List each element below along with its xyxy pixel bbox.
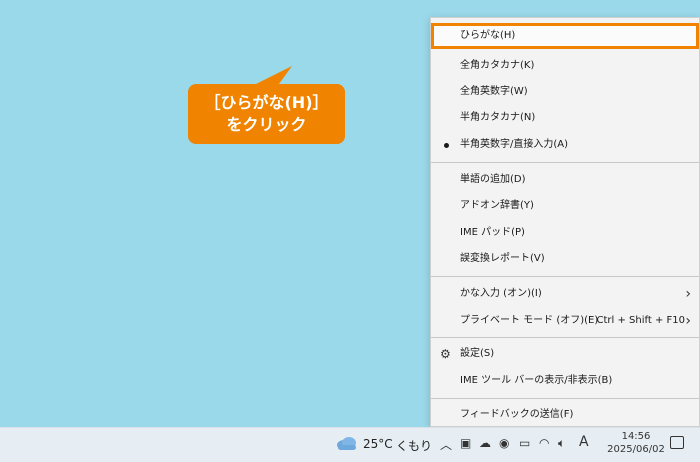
menu-item-private-mode[interactable]: プライベート モード (オフ)(E) Ctrl + Shift + F10 › [431,308,699,334]
menu-item-label: 誤変換レポート(V) [460,253,545,264]
menu-item-add-word[interactable]: 単語の追加(D) [431,167,699,193]
gear-icon: ⚙ [440,347,451,361]
menu-item-label: 半角カタカナ(N) [460,112,536,123]
weather-temperature[interactable]: 25°C [363,437,393,451]
menu-item-feedback[interactable]: フィードバックの送信(F) [431,402,699,428]
menu-item-toolbar-toggle[interactable]: IME ツール バーの表示/非表示(B) [431,368,699,394]
instruction-callout: ［ひらがな(H)］ をクリック [188,84,345,144]
security-icon[interactable]: ◉ [499,436,509,450]
menu-item-label: アドオン辞書(Y) [460,200,534,211]
notification-icon[interactable] [670,436,684,449]
menu-item-label: 設定(S) [460,348,495,359]
menu-item-zenkaku-eisu[interactable]: 全角英数字(W) [431,79,699,105]
menu-item-hankaku-eisu[interactable]: 半角英数字/直接入力(A) [431,132,699,158]
cloud-offline-icon[interactable]: ☁ [479,436,491,450]
clock[interactable]: 14:56 2025/06/02 [607,430,665,456]
menu-item-kana-input[interactable]: かな入力 (オン)(I) › [431,281,699,307]
callout-line-2: をクリック [226,115,307,134]
ime-mode-indicator[interactable]: A [579,434,589,450]
speaker-icon[interactable]: 🔈︎ [558,436,565,451]
menu-separator [431,337,699,338]
menu-separator [431,162,699,163]
menu-item-label: 全角カタカナ(K) [460,60,535,71]
clock-time: 14:56 [621,431,651,442]
menu-item-shortcut: Ctrl + Shift + F10 [596,315,685,326]
menu-item-label: プライベート モード (オフ)(E) [460,315,599,326]
menu-item-addon-dictionary[interactable]: アドオン辞書(Y) [431,193,699,219]
ime-context-menu: ひらがな(H) 全角カタカナ(K) 全角英数字(W) 半角カタカナ(N) 半角英… [430,17,700,427]
menu-item-hiragana[interactable]: ひらがな(H) [431,23,699,49]
menu-item-label: かな入力 (オン)(I) [460,288,542,299]
wifi-icon[interactable]: ◠ [539,436,549,450]
menu-separator [431,276,699,277]
battery-icon[interactable]: ▭ [519,436,530,450]
menu-item-label: 単語の追加(D) [460,174,526,185]
menu-item-ime-pad[interactable]: IME パッド(P) [431,220,699,246]
menu-item-label: ひらがな(H) [460,30,516,41]
meet-icon[interactable]: ▣ [460,436,471,450]
clock-date: 2025/06/02 [607,444,665,455]
chevron-up-icon[interactable]: ︿ [440,436,452,453]
menu-item-report[interactable]: 誤変換レポート(V) [431,246,699,272]
menu-item-hankaku-katakana[interactable]: 半角カタカナ(N) [431,105,699,131]
selected-bullet-icon [444,143,449,148]
menu-item-settings[interactable]: ⚙ 設定(S) [431,341,699,367]
menu-item-label: IME パッド(P) [460,227,525,238]
chevron-right-icon: › [685,286,691,302]
menu-item-label: IME ツール バーの表示/非表示(B) [460,375,613,386]
callout-line-1: ［ひらがな(H)］ [204,93,329,112]
menu-item-label: 全角英数字(W) [460,86,528,97]
weather-description[interactable]: くもり [396,437,432,454]
menu-item-label: 半角英数字/直接入力(A) [460,139,569,150]
menu-item-label: フィードバックの送信(F) [460,409,574,420]
menu-separator [431,398,699,399]
cloud-icon[interactable] [336,436,358,450]
chevron-right-icon: › [685,313,691,329]
menu-item-zenkaku-katakana[interactable]: 全角カタカナ(K) [431,53,699,79]
